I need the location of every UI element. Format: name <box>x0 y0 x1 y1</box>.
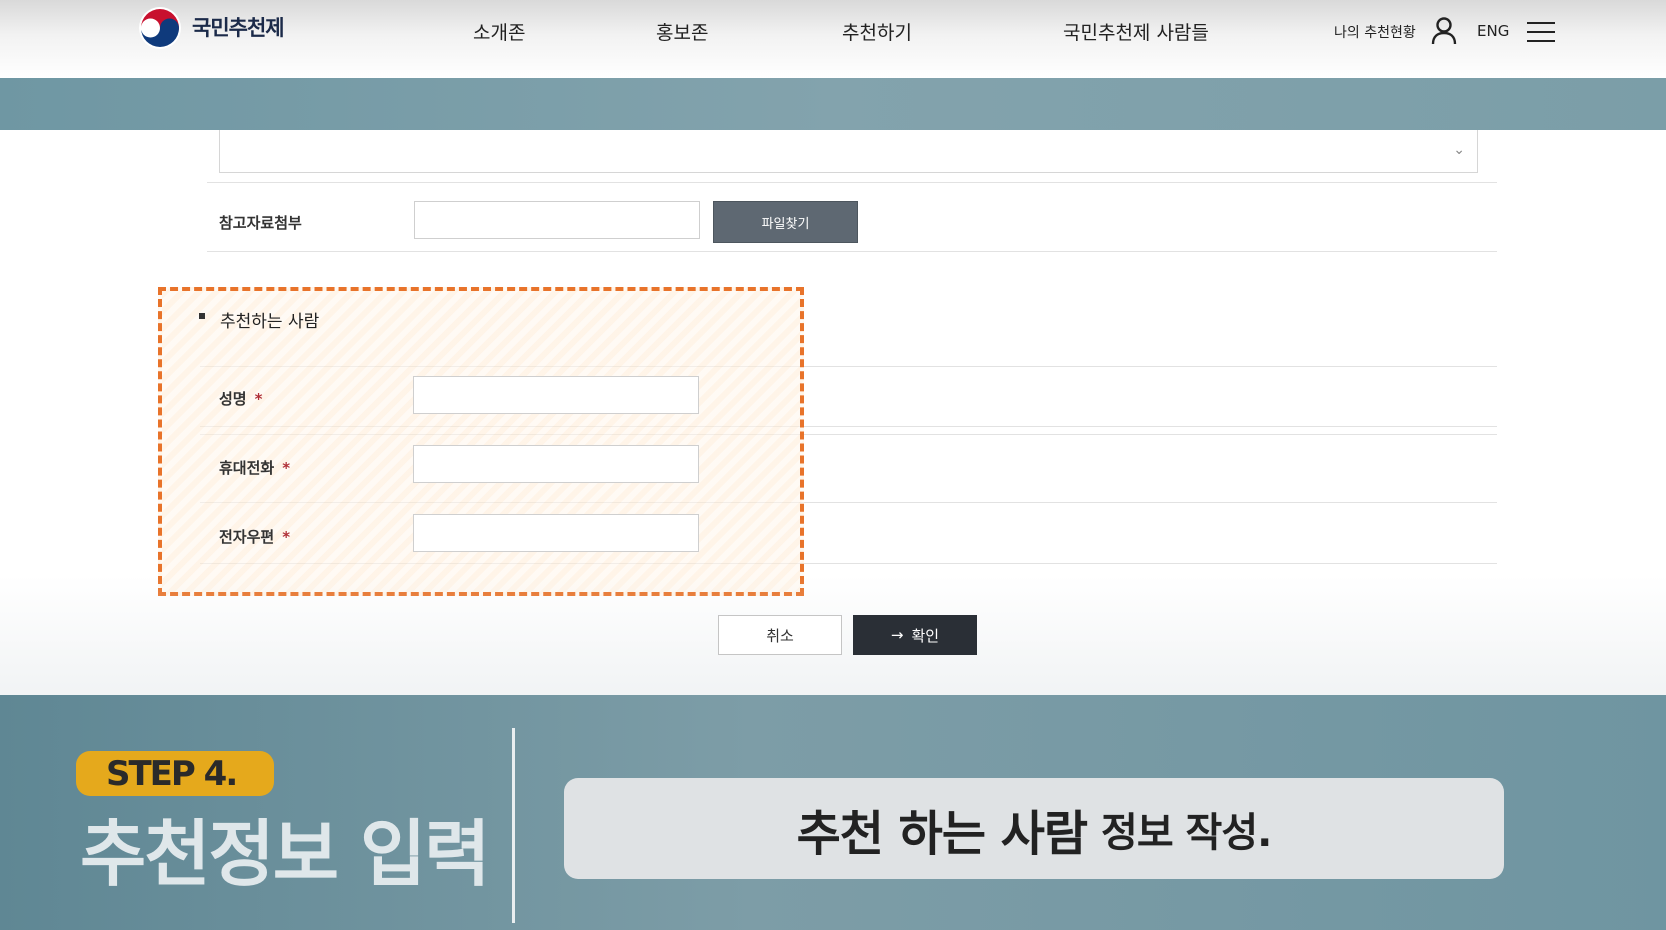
name-label: 성명 * <box>219 388 262 409</box>
government-logo-icon[interactable] <box>138 6 182 50</box>
email-label: 전자우편 * <box>219 526 290 547</box>
bullet-icon <box>199 313 205 319</box>
required-mark: * <box>282 459 291 477</box>
attachment-label: 참고자료첨부 <box>219 214 302 232</box>
email-input[interactable] <box>413 514 699 552</box>
email-label-text: 전자우편 <box>219 528 275 546</box>
mobile-input[interactable] <box>413 445 699 483</box>
required-mark: * <box>282 528 291 546</box>
name-label-text: 성명 <box>219 390 247 408</box>
category-select[interactable]: ⌄ <box>219 130 1478 173</box>
mobile-label: 휴대전화 * <box>219 457 290 478</box>
chevron-down-icon: ⌄ <box>1453 142 1465 158</box>
divider <box>207 182 1497 183</box>
divider <box>207 251 1497 252</box>
nav-promo-zone[interactable]: 홍보존 <box>656 18 708 45</box>
name-input[interactable] <box>413 376 699 414</box>
confirm-button-label: 확인 <box>911 626 940 645</box>
step-title: 추천정보 입력 <box>80 812 491 896</box>
user-icon[interactable] <box>1430 16 1458 46</box>
recommender-section-title: 추천하는 사람 <box>220 312 320 332</box>
my-recommendation-status-link[interactable]: 나의 추천현황 <box>1334 22 1416 42</box>
site-header: 국민추천제 소개존 홍보존 추천하기 국민추천제 사람들 나의 추천현황 ENG <box>0 0 1666 78</box>
language-toggle[interactable]: ENG <box>1477 22 1509 40</box>
nav-people[interactable]: 국민추천제 사람들 <box>1063 18 1209 45</box>
find-file-button[interactable]: 파일찾기 <box>713 201 858 243</box>
site-logo-text[interactable]: 국민추천제 <box>192 12 285 42</box>
required-mark: * <box>254 390 263 408</box>
nav-intro-zone[interactable]: 소개존 <box>473 18 525 45</box>
caption-sub-text: 정보 작성. <box>1101 809 1272 856</box>
caption-divider <box>512 728 515 923</box>
mobile-label-text: 휴대전화 <box>219 459 275 477</box>
nav-recommend[interactable]: 추천하기 <box>842 18 912 45</box>
step-badge: STEP 4. <box>76 751 274 796</box>
header-band <box>0 78 1666 130</box>
cancel-button[interactable]: 취소 <box>718 615 842 655</box>
caption-main-text: 추천 하는 사람 <box>796 805 1088 862</box>
caption-box: 추천 하는 사람 정보 작성. <box>564 778 1504 879</box>
arrow-right-icon: → <box>890 626 904 644</box>
attachment-file-input[interactable] <box>414 201 700 239</box>
hamburger-menu-icon[interactable] <box>1527 22 1555 42</box>
confirm-button[interactable]: → 확인 <box>853 615 977 655</box>
